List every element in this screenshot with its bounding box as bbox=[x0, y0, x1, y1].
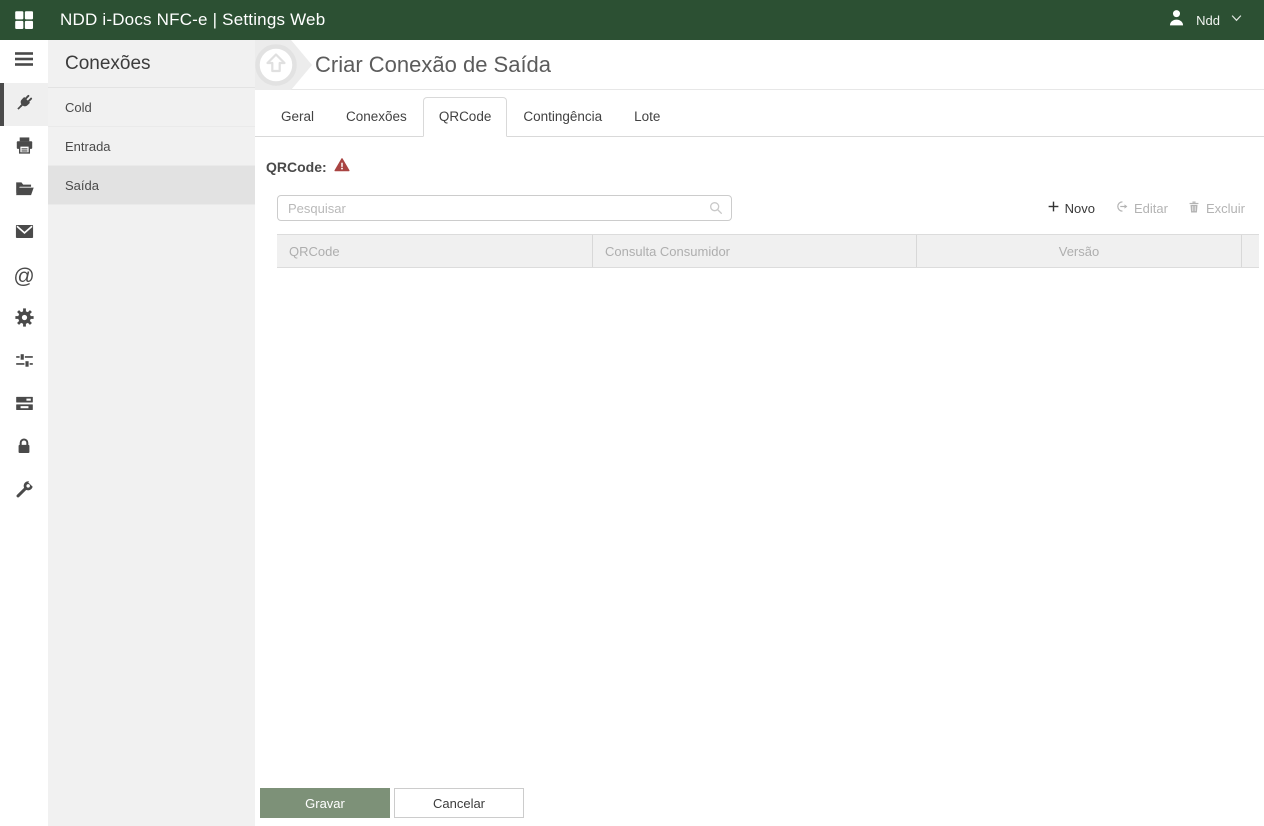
column-header-consulta-consumidor[interactable]: Consulta Consumidor bbox=[593, 235, 917, 267]
tab-qrcode[interactable]: QRCode bbox=[422, 97, 508, 137]
tab-lote[interactable]: Lote bbox=[618, 97, 676, 137]
app-title: NDD i-Docs NFC-e | Settings Web bbox=[60, 10, 326, 29]
sidebar: Conexões Cold Entrada Saída bbox=[48, 40, 255, 826]
table-body-empty bbox=[265, 268, 1245, 788]
gear-icon bbox=[14, 307, 35, 333]
tab-content: QRCode: Pesquisar Novo Editar Excluir QR… bbox=[255, 137, 1264, 826]
sidebar-item-saida[interactable]: Saída bbox=[48, 166, 255, 205]
rail-item-mail[interactable] bbox=[0, 212, 48, 255]
tab-conexoes[interactable]: Conexões bbox=[330, 97, 423, 137]
user-name: Ndd bbox=[1196, 12, 1220, 28]
warning-triangle-icon bbox=[334, 157, 350, 178]
column-header-qrcode[interactable]: QRCode bbox=[277, 235, 593, 267]
editar-button[interactable]: Editar bbox=[1114, 199, 1168, 217]
excluir-button[interactable]: Excluir bbox=[1187, 200, 1245, 217]
trash-icon bbox=[1187, 200, 1201, 217]
editar-button-label: Editar bbox=[1134, 200, 1168, 216]
page-header: Criar Conexão de Saída bbox=[255, 40, 1264, 90]
rail-item-menu[interactable] bbox=[0, 40, 48, 83]
edit-arrow-icon bbox=[1114, 199, 1129, 217]
sidebar-item-cold[interactable]: Cold bbox=[48, 88, 255, 127]
rail-item-settings[interactable] bbox=[0, 298, 48, 341]
sliders-icon bbox=[14, 350, 35, 376]
app-shell: @ Conexões Cold Entrada Saída Criar Cone… bbox=[0, 40, 1264, 826]
lock-icon bbox=[14, 436, 34, 461]
folder-open-icon bbox=[14, 178, 35, 204]
topbar-left: NDD i-Docs NFC-e | Settings Web bbox=[12, 8, 325, 32]
novo-button-label: Novo bbox=[1064, 200, 1096, 216]
rail-item-security[interactable] bbox=[0, 427, 48, 470]
cancelar-button[interactable]: Cancelar bbox=[394, 788, 524, 818]
printer-icon bbox=[14, 135, 35, 161]
rail-item-printers[interactable] bbox=[0, 126, 48, 169]
rail-item-email-settings[interactable]: @ bbox=[0, 255, 48, 298]
section-label-row: QRCode: bbox=[266, 157, 1245, 178]
novo-button[interactable]: Novo bbox=[1047, 200, 1095, 216]
icon-rail: @ bbox=[0, 40, 48, 826]
page-title: Criar Conexão de Saída bbox=[315, 51, 552, 77]
envelope-icon bbox=[14, 221, 35, 247]
excluir-button-label: Excluir bbox=[1205, 200, 1245, 216]
user-icon bbox=[1166, 7, 1187, 33]
wrench-icon bbox=[14, 477, 36, 505]
search-input[interactable] bbox=[277, 195, 732, 221]
plus-icon bbox=[1047, 200, 1060, 216]
section-label: QRCode: bbox=[266, 159, 327, 175]
grid-actions: Novo Editar Excluir bbox=[1047, 199, 1245, 217]
footer-buttons: Gravar Cancelar bbox=[260, 788, 1245, 818]
main-panel: Criar Conexão de Saída Geral Conexões QR… bbox=[255, 40, 1264, 826]
rail-item-services[interactable] bbox=[0, 384, 48, 427]
grid-toolbar: Novo Editar bbox=[277, 195, 1245, 221]
menu-icon bbox=[13, 48, 35, 75]
sidebar-title: Conexões bbox=[48, 40, 255, 88]
at-sign-icon: @ bbox=[13, 265, 35, 288]
tab-geral[interactable]: Geral bbox=[265, 97, 330, 137]
user-menu[interactable]: Ndd bbox=[1166, 7, 1244, 33]
chevron-down-icon bbox=[1229, 10, 1244, 30]
app-grid-icon[interactable] bbox=[12, 8, 36, 32]
tab-bar: Geral Conexões QRCode Contingência Lote bbox=[255, 90, 1264, 137]
table-header: QRCode Consulta Consumidor Versão bbox=[277, 234, 1259, 268]
upload-banner-icon bbox=[255, 40, 313, 95]
server-icon bbox=[14, 393, 35, 419]
app-window: NDD i-Docs NFC-e | Settings Web Ndd @ Co… bbox=[0, 0, 1264, 826]
rail-item-tools[interactable] bbox=[0, 470, 48, 513]
rail-item-connections[interactable] bbox=[0, 83, 48, 126]
plug-icon bbox=[14, 92, 35, 118]
column-header-versao[interactable]: Versão bbox=[917, 235, 1242, 267]
gravar-button[interactable]: Gravar bbox=[260, 788, 390, 818]
sidebar-item-entrada[interactable]: Entrada bbox=[48, 127, 255, 166]
search-box bbox=[277, 195, 732, 221]
topbar: NDD i-Docs NFC-e | Settings Web Ndd bbox=[0, 0, 1264, 40]
rail-item-files[interactable] bbox=[0, 169, 48, 212]
tab-contingencia[interactable]: Contingência bbox=[507, 97, 618, 137]
rail-item-preferences[interactable] bbox=[0, 341, 48, 384]
column-header-spacer bbox=[1242, 235, 1259, 267]
